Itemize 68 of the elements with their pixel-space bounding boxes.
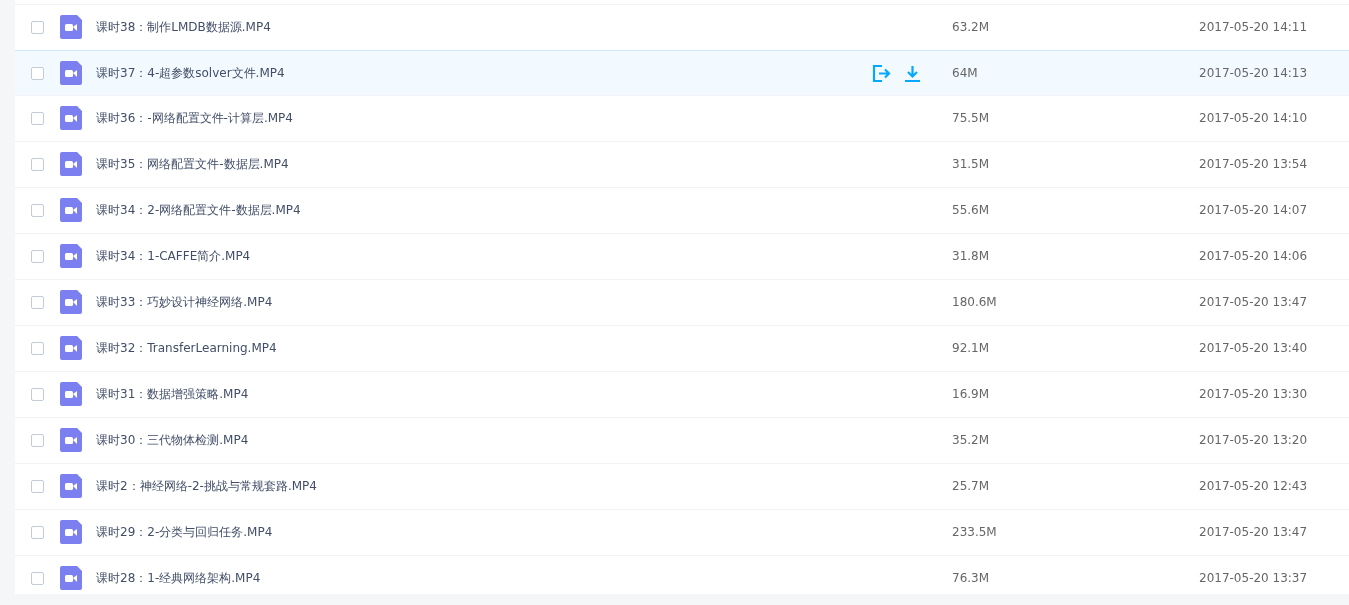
file-size: 55.6M xyxy=(952,203,991,217)
file-row[interactable]: 课时37：4-超参数solver文件.MP4 64M 2017-05-20 14:13 xyxy=(15,50,1349,96)
row-checkbox[interactable] xyxy=(31,295,44,309)
file-name[interactable]: 课时28：1-经典网络架构.MP4 xyxy=(96,569,872,587)
file-size: 16.9M xyxy=(952,387,991,401)
modified-date: 2017-05-20 13:37 xyxy=(1199,571,1309,585)
share-icon[interactable] xyxy=(872,64,891,82)
video-file-icon xyxy=(60,106,82,130)
file-name[interactable]: 课时34：2-网络配置文件-数据层.MP4 xyxy=(96,201,872,219)
file-name[interactable]: 课时34：1-CAFFE简介.MP4 xyxy=(96,247,872,265)
file-size: 25.7M xyxy=(952,479,991,493)
file-name[interactable]: 课时2：神经网络-2-挑战与常规套路.MP4 xyxy=(96,477,872,495)
row-checkbox[interactable] xyxy=(31,387,44,401)
modified-date: 2017-05-20 14:06 xyxy=(1199,249,1309,263)
video-file-icon xyxy=(60,382,82,406)
modified-date: 2017-05-20 13:40 xyxy=(1199,341,1309,355)
file-name[interactable]: 课时31：数据增强策略.MP4 xyxy=(96,385,872,403)
video-file-icon xyxy=(60,336,82,360)
file-size: 92.1M xyxy=(952,341,991,355)
video-file-icon xyxy=(60,198,82,222)
row-checkbox[interactable] xyxy=(31,479,44,493)
row-checkbox[interactable] xyxy=(31,525,44,539)
file-size: 31.5M xyxy=(952,157,991,171)
video-file-icon xyxy=(60,428,82,452)
file-size: 64M xyxy=(952,66,979,80)
file-name[interactable]: 课时33：巧妙设计神经网络.MP4 xyxy=(96,293,872,311)
file-name[interactable]: 课时38：制作LMDB数据源.MP4 xyxy=(96,18,872,36)
video-file-icon xyxy=(60,520,82,544)
file-name[interactable]: 课时32：TransferLearning.MP4 xyxy=(96,339,872,357)
row-checkbox[interactable] xyxy=(31,341,44,355)
file-size: 233.5M xyxy=(952,525,998,539)
file-name[interactable]: 课时35：网络配置文件-数据层.MP4 xyxy=(96,155,872,173)
modified-date: 2017-05-20 14:13 xyxy=(1199,66,1309,80)
modified-date: 2017-05-20 13:30 xyxy=(1199,387,1309,401)
file-size: 31.8M xyxy=(952,249,991,263)
row-checkbox[interactable] xyxy=(31,66,44,80)
row-checkbox[interactable] xyxy=(31,203,44,217)
row-checkbox[interactable] xyxy=(31,157,44,171)
file-name[interactable]: 课时29：2-分类与回归任务.MP4 xyxy=(96,523,872,541)
modified-date: 2017-05-20 14:10 xyxy=(1199,111,1309,125)
modified-date: 2017-05-20 14:11 xyxy=(1199,20,1309,34)
row-checkbox[interactable] xyxy=(31,433,44,447)
modified-date: 2017-05-20 13:54 xyxy=(1199,157,1309,171)
download-icon[interactable] xyxy=(904,64,921,82)
row-checkbox[interactable] xyxy=(31,249,44,263)
row-checkbox[interactable] xyxy=(31,111,44,125)
video-file-icon xyxy=(60,290,82,314)
file-name[interactable]: 课时36：-网络配置文件-计算层.MP4 xyxy=(96,109,872,127)
video-file-icon xyxy=(60,566,82,590)
video-file-icon xyxy=(60,244,82,268)
modified-date: 2017-05-20 13:47 xyxy=(1199,295,1309,309)
modified-date: 2017-05-20 13:20 xyxy=(1199,433,1309,447)
video-file-icon xyxy=(60,152,82,176)
file-name[interactable]: 课时37：4-超参数solver文件.MP4 xyxy=(96,64,872,82)
file-size: 35.2M xyxy=(952,433,991,447)
file-size: 63.2M xyxy=(952,20,991,34)
video-file-icon xyxy=(60,61,82,85)
file-name[interactable]: 课时30：三代物体检测.MP4 xyxy=(96,431,872,449)
row-checkbox[interactable] xyxy=(31,20,44,34)
file-size: 75.5M xyxy=(952,111,991,125)
modified-date: 2017-05-20 12:43 xyxy=(1199,479,1309,493)
video-file-icon xyxy=(60,474,82,498)
row-checkbox[interactable] xyxy=(31,571,44,585)
file-size: 76.3M xyxy=(952,571,991,585)
file-size: 180.6M xyxy=(952,295,998,309)
video-file-icon xyxy=(60,15,82,39)
modified-date: 2017-05-20 13:47 xyxy=(1199,525,1309,539)
modified-date: 2017-05-20 14:07 xyxy=(1199,203,1309,217)
